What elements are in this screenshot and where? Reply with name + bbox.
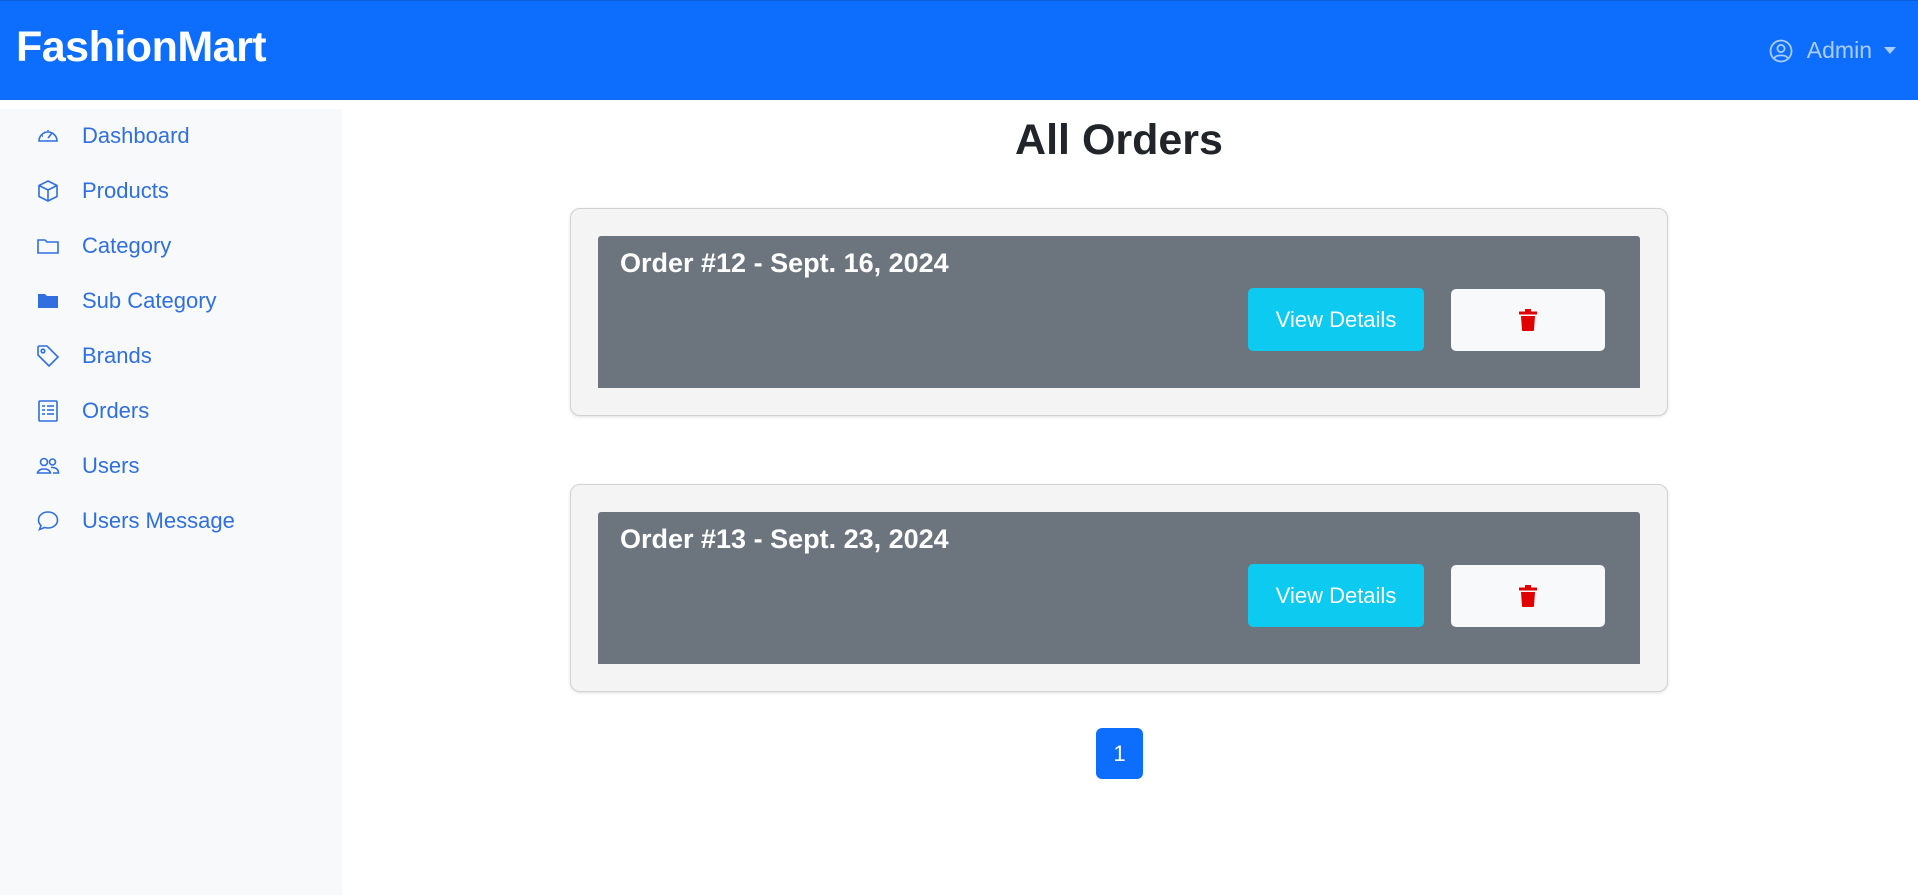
delete-order-button[interactable] <box>1451 289 1605 351</box>
sidebar-item-sub-category[interactable]: Sub Category <box>36 288 217 314</box>
sidebar-item-users-message[interactable]: Users Message <box>36 508 235 534</box>
sidebar-item-label: Products <box>82 178 169 203</box>
chevron-down-icon <box>1884 47 1896 54</box>
order-card: Order #12 - Sept. 16, 2024 View Details <box>570 208 1668 416</box>
pagination-page-1[interactable]: 1 <box>1096 728 1143 779</box>
brand-logo[interactable]: FashionMart <box>16 23 267 72</box>
trash-icon <box>1519 309 1537 331</box>
view-details-button[interactable]: View Details <box>1248 564 1424 627</box>
sidebar-item-label: Users <box>82 453 140 478</box>
sidebar-item-products[interactable]: Products <box>36 178 169 204</box>
sidebar-item-label: Category <box>82 233 172 258</box>
sidebar-item-users[interactable]: Users <box>36 453 139 479</box>
delete-order-button[interactable] <box>1451 565 1605 627</box>
sidebar-item-category[interactable]: Category <box>36 233 171 259</box>
trash-icon <box>1519 585 1537 607</box>
chat-icon <box>36 509 60 533</box>
order-header: Order #12 - Sept. 16, 2024 View Details <box>598 236 1640 388</box>
view-details-button[interactable]: View Details <box>1248 288 1424 351</box>
order-header: Order #13 - Sept. 23, 2024 View Details <box>598 512 1640 664</box>
order-card: Order #13 - Sept. 23, 2024 View Details <box>570 484 1668 692</box>
sidebar-item-label: Dashboard <box>82 123 190 148</box>
sidebar-item-label: Brands <box>82 343 152 368</box>
box-icon <box>36 179 60 203</box>
sidebar-item-label: Sub Category <box>82 288 217 313</box>
sidebar-item-dashboard[interactable]: Dashboard <box>36 123 190 149</box>
folder-icon <box>36 234 60 258</box>
speedometer-icon <box>36 124 60 148</box>
sidebar-item-orders[interactable]: Orders <box>36 398 149 424</box>
user-circle-icon <box>1769 39 1793 62</box>
tag-icon <box>36 344 60 368</box>
people-icon <box>36 454 60 478</box>
sidebar-item-label: Users Message <box>82 508 235 533</box>
user-dropdown[interactable]: Admin <box>1769 37 1896 64</box>
order-title: Order #12 - Sept. 16, 2024 <box>620 248 949 278</box>
folder-filled-icon <box>36 289 60 313</box>
sidebar-item-brands[interactable]: Brands <box>36 343 152 369</box>
top-navbar: FashionMart Admin <box>0 0 1918 100</box>
receipt-icon <box>36 399 60 423</box>
main-content: All Orders Order #12 - Sept. 16, 2024 Vi… <box>342 100 1918 895</box>
sidebar: Dashboard Products Category Sub Category <box>0 109 342 895</box>
order-title: Order #13 - Sept. 23, 2024 <box>620 524 949 554</box>
page-title: All Orders <box>1015 116 1223 164</box>
user-label: Admin <box>1806 37 1872 63</box>
sidebar-item-label: Orders <box>82 398 150 423</box>
